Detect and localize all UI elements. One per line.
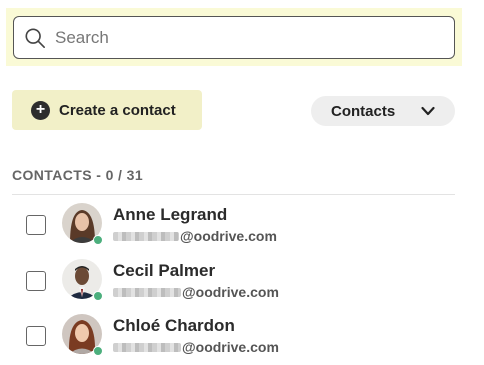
create-contact-label: Create a contact (59, 101, 176, 119)
search-area (6, 8, 462, 66)
contact-name: Cecil Palmer (113, 261, 216, 280)
select-checkbox[interactable] (26, 271, 46, 291)
contact-name: Chloé Chardon (113, 316, 235, 335)
contact-row[interactable]: Chloé Chardon @oodrive.com (26, 314, 466, 364)
select-checkbox[interactable] (26, 326, 46, 346)
contact-name: Anne Legrand (113, 205, 228, 224)
contact-row[interactable]: Cecil Palmer @oodrive.com (26, 259, 466, 309)
search-icon (25, 27, 45, 48)
divider (12, 194, 455, 195)
filter-label: Contacts (331, 102, 396, 120)
section-title: CONTACTS - 0 / 31 (12, 167, 144, 183)
select-checkbox[interactable] (26, 215, 46, 235)
search-box[interactable] (13, 16, 455, 59)
search-input[interactable] (55, 27, 415, 48)
status-online-dot (93, 235, 103, 245)
contact-email: @oodrive.com (113, 339, 279, 355)
create-contact-button[interactable]: + Create a contact (12, 90, 202, 130)
status-online-dot (93, 291, 103, 301)
contact-email: @oodrive.com (113, 284, 279, 300)
redacted-text (113, 342, 181, 352)
email-domain: @oodrive.com (182, 339, 279, 355)
contacts-filter-dropdown[interactable]: Contacts (311, 96, 455, 126)
redacted-text (113, 287, 181, 297)
email-domain: @oodrive.com (182, 284, 279, 300)
email-domain: @oodrive.com (180, 228, 277, 244)
status-online-dot (93, 346, 103, 356)
redacted-text (113, 231, 179, 241)
plus-icon: + (31, 100, 50, 120)
contact-row[interactable]: Anne Legrand @oodrive.com (26, 203, 466, 253)
chevron-down-icon (421, 106, 435, 116)
contact-email: @oodrive.com (113, 228, 277, 244)
